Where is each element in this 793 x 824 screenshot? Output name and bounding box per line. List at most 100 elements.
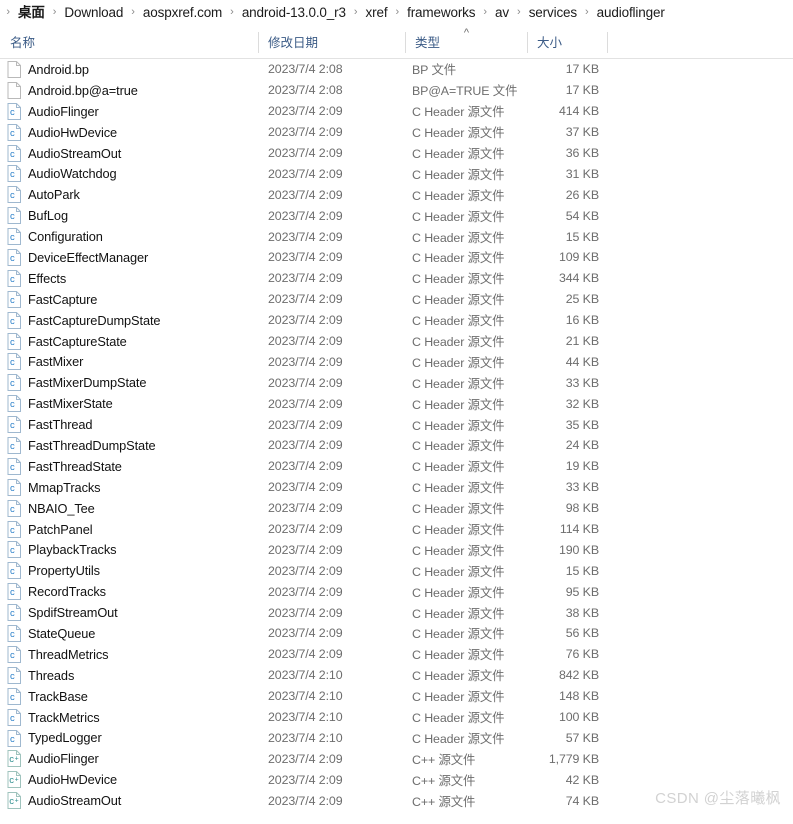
file-size-cell: 95 KB [565,584,599,599]
column-header-name[interactable]: 名称 [0,25,258,58]
table-row[interactable]: c + AudioStreamOut 2023/7/4 2:09 C++ 源文件 74 K… [0,790,793,811]
table-row[interactable]: c TypedLogger 2023/7/4 2:10 C Header 源文件 57 … [0,728,793,749]
file-date-cell: 2023/7/4 2:09 [268,250,343,265]
c-header-file-icon: c [7,311,22,329]
breadcrumb-item-1[interactable]: 桌面 [17,0,46,25]
file-date-cell: 2023/7/4 2:09 [268,793,343,808]
table-row[interactable]: c + AudioFlinger 2023/7/4 2:09 C++ 源文件 1,779 … [0,748,793,769]
file-name-cell: BufLog [28,208,68,224]
c-header-file-icon: c [7,708,22,726]
svg-text:c: c [10,399,15,410]
breadcrumb-item-7[interactable]: av [494,0,510,25]
table-row[interactable]: c Configuration 2023/7/4 2:09 C Header 源文件 1… [0,226,793,247]
table-row[interactable]: c FastMixerState 2023/7/4 2:09 C Header 源文件… [0,393,793,414]
file-size-cell: 42 KB [565,772,599,787]
breadcrumb-item-9[interactable]: audioflinger [596,0,666,25]
file-size-cell: 100 KB [558,710,599,725]
column-header-size[interactable]: 大小 [527,25,607,58]
table-row[interactable]: c StateQueue 2023/7/4 2:09 C Header 源文件 56 K… [0,623,793,644]
c-header-file-icon: c [7,332,22,350]
file-size-cell: 56 KB [565,626,599,641]
table-row[interactable]: c FastMixerDumpState 2023/7/4 2:09 C Header… [0,372,793,393]
breadcrumb-item-5[interactable]: xref [365,0,389,25]
c-header-file-icon: c [7,228,22,246]
file-name-cell: FastThreadState [28,458,122,474]
table-row[interactable]: c Threads 2023/7/4 2:10 C Header 源文件 842 KB [0,665,793,686]
file-date-cell: 2023/7/4 2:10 [268,668,343,683]
svg-text:c: c [10,253,15,264]
file-date-cell: 2023/7/4 2:10 [268,710,343,725]
table-row[interactable]: c AutoPark 2023/7/4 2:09 C Header 源文件 26 KB [0,184,793,205]
file-size-cell: 74 KB [565,793,599,808]
table-row[interactable]: c FastMixer 2023/7/4 2:09 C Header 源文件 44 KB [0,351,793,372]
breadcrumb-separator-icon: › [517,6,521,18]
table-row[interactable]: c TrackBase 2023/7/4 2:10 C Header 源文件 148 K… [0,686,793,707]
file-size-cell: 190 KB [558,542,599,557]
table-row[interactable]: c PropertyUtils 2023/7/4 2:09 C Header 源文件 1… [0,560,793,581]
breadcrumb-item-4[interactable]: android-13.0.0_r3 [241,0,347,25]
file-name-cell: AutoPark [28,187,80,203]
file-size-cell: 148 KB [558,689,599,704]
c-header-file-icon: c [7,165,22,183]
file-date-cell: 2023/7/4 2:09 [268,375,343,390]
svg-text:c: c [10,587,15,598]
file-list[interactable]: Android.bp 2023/7/4 2:08 BP 文件 17 KB Android… [0,59,793,812]
file-name-cell: TrackBase [28,688,88,704]
table-row[interactable]: Android.bp@a=true 2023/7/4 2:08 BP@A=TRUE … [0,80,793,101]
table-row[interactable]: c FastCaptureDumpState 2023/7/4 2:09 C Head… [0,310,793,331]
file-name-cell: MmapTracks [28,479,101,495]
column-header-name-label: 名称 [10,36,36,50]
table-row[interactable]: c BufLog 2023/7/4 2:09 C Header 源文件 54 KB [0,205,793,226]
c-header-file-icon: c [7,249,22,267]
table-row[interactable]: c DeviceEffectManager 2023/7/4 2:09 C Heade… [0,247,793,268]
file-date-cell: 2023/7/4 2:10 [268,730,343,745]
file-date-cell: 2023/7/4 2:09 [268,522,343,537]
column-divider-4[interactable] [607,32,608,53]
file-name-cell: FastCapture [28,291,98,307]
table-row[interactable]: c FastThreadState 2023/7/4 2:09 C Header 源文… [0,456,793,477]
file-size-cell: 114 KB [559,522,599,537]
table-row[interactable]: c AudioFlinger 2023/7/4 2:09 C Header 源文件 41… [0,101,793,122]
svg-text:c: c [9,796,14,807]
table-row[interactable]: c TrackMetrics 2023/7/4 2:10 C Header 源文件 10… [0,707,793,728]
table-row[interactable]: c PlaybackTracks 2023/7/4 2:09 C Header 源文件… [0,539,793,560]
table-row[interactable]: Android.bp 2023/7/4 2:08 BP 文件 17 KB [0,59,793,80]
svg-text:c: c [10,567,15,578]
file-name-cell: Effects [28,270,67,286]
table-row[interactable]: c RecordTracks 2023/7/4 2:09 C Header 源文件 95… [0,581,793,602]
file-date-cell: 2023/7/4 2:09 [268,396,343,411]
file-size-cell: 25 KB [565,292,599,307]
file-size-cell: 17 KB [565,62,599,77]
file-date-cell: 2023/7/4 2:09 [268,751,343,766]
c-header-file-icon: c [7,395,22,413]
breadcrumb-item-2[interactable]: Download [63,0,124,25]
table-row[interactable]: c MmapTracks 2023/7/4 2:09 C Header 源文件 33 K… [0,477,793,498]
breadcrumb-item-6[interactable]: frameworks [406,0,476,25]
table-row[interactable]: c + AudioHwDevice 2023/7/4 2:09 C++ 源文件 42 KB [0,769,793,790]
column-header-type-label: 类型 [415,36,441,50]
table-row[interactable]: c FastThreadDumpState 2023/7/4 2:09 C Heade… [0,435,793,456]
table-row[interactable]: c PatchPanel 2023/7/4 2:09 C Header 源文件 114 … [0,519,793,540]
table-row[interactable]: c AudioHwDevice 2023/7/4 2:09 C Header 源文件 3… [0,122,793,143]
table-row[interactable]: c NBAIO_Tee 2023/7/4 2:09 C Header 源文件 98 KB [0,498,793,519]
table-row[interactable]: c FastThread 2023/7/4 2:09 C Header 源文件 35 K… [0,414,793,435]
svg-text:c: c [10,462,15,473]
c-header-file-icon: c [7,144,22,162]
table-row[interactable]: c Effects 2023/7/4 2:09 C Header 源文件 344 KB [0,268,793,289]
table-row[interactable]: c AudioStreamOut 2023/7/4 2:09 C Header 源文件… [0,143,793,164]
breadcrumb-item-8[interactable]: services [528,0,578,25]
generic-file-icon [7,61,22,78]
c-header-file-icon: c [7,374,22,392]
table-row[interactable]: c FastCapture 2023/7/4 2:09 C Header 源文件 25 … [0,289,793,310]
table-row[interactable]: c AudioWatchdog 2023/7/4 2:09 C Header 源文件 3… [0,163,793,184]
column-header-date-modified[interactable]: 修改日期 [258,25,405,58]
table-row[interactable]: c SpdifStreamOut 2023/7/4 2:09 C Header 源文件… [0,602,793,623]
c-header-file-icon: c [7,353,22,371]
c-header-file-icon: c [7,437,22,455]
table-row[interactable]: c ThreadMetrics 2023/7/4 2:09 C Header 源文件 7… [0,644,793,665]
svg-text:c: c [9,775,14,786]
breadcrumb[interactable]: 脑›桌面›Download›aospxref.com›android-13.0.… [0,0,793,25]
breadcrumb-item-3[interactable]: aospxref.com [142,0,223,25]
table-row[interactable]: c FastCaptureState 2023/7/4 2:09 C Header 源… [0,331,793,352]
breadcrumb-separator-icon: › [353,6,358,18]
